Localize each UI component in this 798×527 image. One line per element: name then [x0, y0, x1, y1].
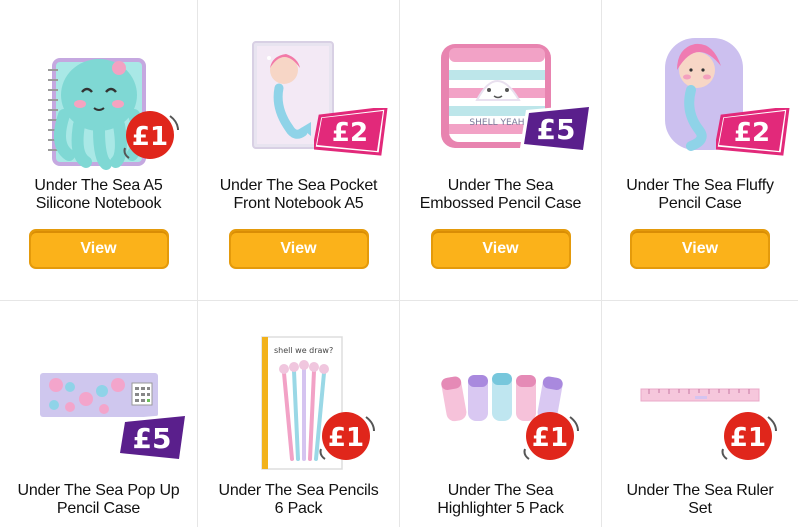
price-badge: £2 [716, 108, 790, 156]
product-title-line: Set [688, 500, 712, 517]
product-title-line: Front Notebook A5 [233, 195, 364, 212]
product-title-line: Silicone Notebook [35, 195, 162, 212]
product-title[interactable]: Under The Sea Pencils 6 Pack [198, 482, 399, 518]
price-text: £5 [537, 113, 576, 146]
product-title[interactable]: Under The Sea Fluffy Pencil Case [602, 177, 798, 213]
product-title[interactable]: Under The Sea Pop Up Pencil Case [0, 482, 197, 518]
product-title-line: Highlighter 5 Pack [437, 500, 564, 517]
product-title-line: Under The Sea [447, 177, 554, 194]
product-title-line: Under The Sea Pop Up [17, 482, 180, 499]
product-title[interactable]: Under The Sea Ruler Set [602, 482, 798, 518]
product-card[interactable]: SHELL YEAH £5 Under The Sea Embossed Pen… [400, 0, 602, 301]
product-title-line: Under The Sea [447, 482, 554, 499]
product-title-line: Under The Sea A5 [34, 177, 163, 194]
product-title-line: Pencil Case [658, 195, 742, 212]
price-text: £5 [133, 422, 172, 455]
product-title[interactable]: Under The Sea A5 Silicone Notebook [0, 177, 197, 213]
price-text: £2 [734, 118, 770, 148]
product-title-line: Pencil Case [56, 500, 141, 517]
product-card[interactable]: £5 Under The Sea Pop Up Pencil Case [0, 301, 198, 527]
price-badge: £1 [122, 108, 180, 162]
ruler-set-icon [640, 388, 760, 402]
product-title[interactable]: Under The Sea Highlighter 5 Pack [400, 482, 601, 518]
price-badge: £5 [116, 413, 188, 465]
price-badge: £5 [520, 104, 592, 156]
product-title-line: Under The Sea Pencils [218, 482, 379, 499]
product-card[interactable]: £1 Under The Sea Ruler Set [602, 301, 798, 527]
product-card[interactable]: £1 Under The Sea Highlighter 5 Pack [400, 301, 602, 527]
price-text: £1 [730, 423, 766, 453]
price-text: £2 [332, 118, 368, 148]
product-grid: £1 Under The Sea A5 Silicone Notebook Vi… [0, 0, 798, 527]
product-title[interactable]: Under The Sea Embossed Pencil Case [400, 177, 601, 213]
view-button[interactable]: View [430, 229, 571, 269]
product-card[interactable]: £1 Under The Sea A5 Silicone Notebook Vi… [0, 0, 198, 301]
product-title[interactable]: Under The Sea Pocket Front Notebook A5 [198, 177, 399, 213]
price-badge: £1 [318, 409, 376, 463]
package-text: shell we draw? [274, 346, 333, 355]
product-card[interactable]: £2 Under The Sea Pocket Front Notebook A… [198, 0, 400, 301]
product-title-line: Under The Sea Ruler [626, 482, 774, 499]
product-card[interactable]: £2 Under The Sea Fluffy Pencil Case View [602, 0, 798, 301]
price-badge: £1 [522, 409, 580, 463]
price-text: £1 [132, 122, 168, 152]
view-button[interactable]: View [630, 229, 770, 269]
price-badge: £2 [314, 108, 388, 156]
product-title-line: Under The Sea Pocket [219, 177, 378, 194]
view-button[interactable]: View [28, 229, 169, 269]
price-text: £1 [532, 423, 568, 453]
price-text: £1 [328, 423, 364, 453]
price-badge: £1 [720, 409, 778, 463]
view-button[interactable]: View [228, 229, 369, 269]
product-title-line: 6 Pack [274, 500, 323, 517]
case-print-text: SHELL YEAH [469, 118, 524, 128]
product-card[interactable]: shell we draw? £1 Under The Sea Pencils … [198, 301, 400, 527]
product-title-line: Under The Sea Fluffy [626, 177, 774, 194]
product-title-line: Embossed Pencil Case [419, 195, 582, 212]
